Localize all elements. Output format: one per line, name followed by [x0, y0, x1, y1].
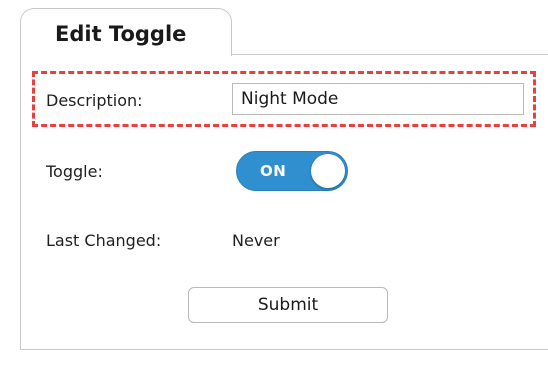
- description-input[interactable]: [232, 83, 524, 115]
- edit-toggle-tab[interactable]: Edit Toggle: [20, 8, 232, 56]
- on-off-toggle-switch[interactable]: ON: [236, 151, 348, 191]
- submit-button[interactable]: Submit: [188, 287, 388, 323]
- description-label: Description:: [46, 91, 143, 110]
- last-changed-label: Last Changed:: [46, 231, 162, 250]
- last-changed-value: Never: [232, 231, 280, 250]
- toggle-knob: [311, 154, 345, 188]
- toggle-state-text: ON: [260, 162, 287, 180]
- tab-label: Edit Toggle: [55, 22, 187, 46]
- toggle-label: Toggle:: [46, 162, 103, 181]
